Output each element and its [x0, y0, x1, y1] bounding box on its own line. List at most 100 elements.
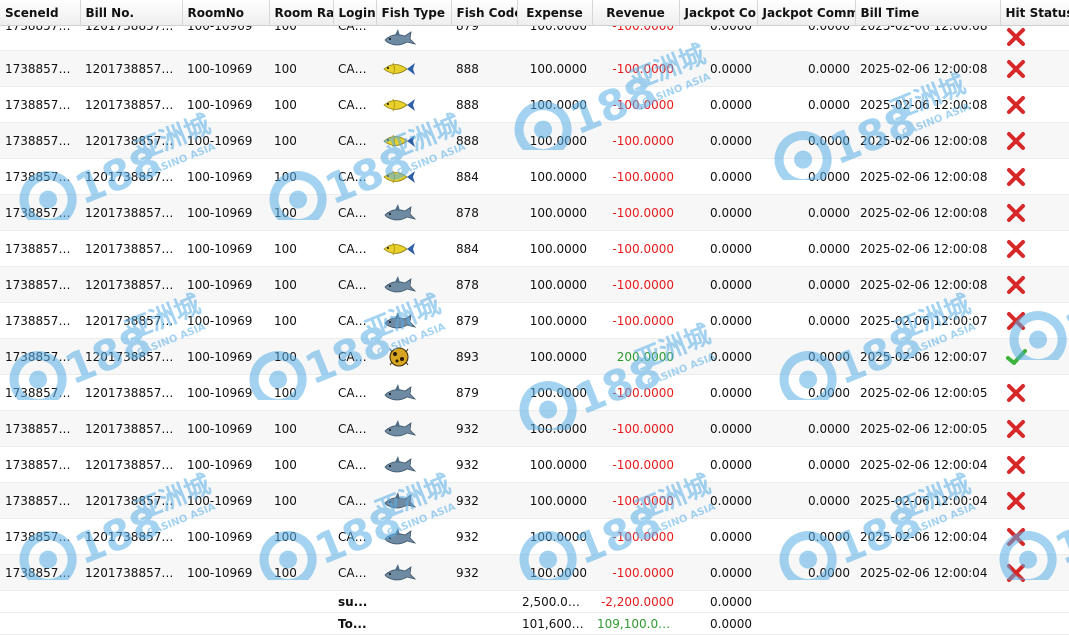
total-jackpot: 0.0000 — [679, 612, 757, 635]
shark-icon — [384, 311, 417, 328]
table-row[interactable]: 17388573... 120173885760... 100-10969 100 CA… — [0, 410, 1069, 447]
bill-time-cell: 2025-02-06 12:00:08 — [855, 122, 1000, 159]
cross-icon — [1007, 491, 1025, 510]
room-rate-cell: 100 — [269, 482, 333, 519]
hit-status-cell — [1000, 410, 1069, 447]
col-jackpot-com[interactable]: Jackpot Com — [679, 0, 758, 26]
room-rate-cell: 100 — [269, 554, 333, 591]
jackpot-com-cell: 0.0000 — [679, 25, 757, 51]
expense-cell: 100.0000 — [517, 338, 592, 375]
fish-code-cell: 932 — [451, 518, 517, 555]
fish-code-cell: 878 — [451, 194, 517, 231]
col-fish-code[interactable]: Fish Code — [451, 0, 518, 26]
hit-status-cell — [1000, 446, 1069, 483]
total-row: To... 101,600.0... 109,100.0000 0.0000 — [0, 612, 1069, 635]
col-bill-no[interactable]: Bill No. — [80, 0, 183, 26]
hit-status-cell — [1000, 338, 1069, 375]
cross-icon — [1007, 563, 1025, 582]
bill-no-cell: 120173885760... — [80, 482, 182, 519]
jackpot-com-cell: 0.0000 — [679, 230, 757, 267]
room-rate-cell: 100 — [269, 158, 333, 195]
revenue-cell: -100.0000 — [592, 266, 679, 303]
scene-id-cell: 17388573... — [0, 338, 80, 375]
revenue-cell: -100.0000 — [592, 482, 679, 519]
table-row[interactable]: 17388573... 120173885760... 100-10969 100 CA… — [0, 86, 1069, 123]
hit-status-cell — [1000, 482, 1069, 519]
table-row[interactable]: 17388573... 120173885760... 100-10969 100 CA… — [0, 122, 1069, 159]
fish-type-cell — [376, 158, 451, 195]
hit-status-cell — [1000, 518, 1069, 555]
jackpot-comm-cell: 0.0000 — [757, 518, 855, 555]
bill-no-cell: 120173885760... — [80, 338, 182, 375]
fish-code-cell: 932 — [451, 446, 517, 483]
table-row[interactable]: 17388573... 120173885760... 100-10969 100 CA… — [0, 482, 1069, 519]
bill-time-cell: 2025-02-06 12:00:08 — [855, 50, 1000, 87]
expense-cell: 100.0000 — [517, 554, 592, 591]
expense-cell: 100.0000 — [517, 374, 592, 411]
jackpot-com-cell: 0.0000 — [679, 554, 757, 591]
expense-cell: 100.0000 — [517, 230, 592, 267]
col-login[interactable]: Login — [333, 0, 377, 26]
col-room-no[interactable]: RoomNo — [182, 0, 270, 26]
table-row[interactable]: 17388573... 120173885760... 100-10969 100 CA… — [0, 50, 1069, 87]
login-cell: CAL... — [333, 86, 376, 123]
table-row[interactable]: 17388573... 120173885760... 100-10969 100 CA… — [0, 446, 1069, 483]
table-row[interactable]: 17388573... 120173885760... 100-10969 100 CA… — [0, 25, 1069, 51]
table-row[interactable]: 17388573... 120173885760... 100-10969 100 CA… — [0, 230, 1069, 267]
cross-icon — [1007, 455, 1025, 474]
scene-id-cell: 17388573... — [0, 518, 80, 555]
col-expense[interactable]: Expense — [517, 0, 593, 26]
check-icon — [1006, 348, 1027, 365]
col-hit-status[interactable]: Hit Status — [1000, 0, 1069, 26]
bill-time-cell: 2025-02-06 12:00:04 — [855, 518, 1000, 555]
scene-id-cell: 17388573... — [0, 158, 80, 195]
jackpot-com-cell: 0.0000 — [679, 122, 757, 159]
login-cell: CAL... — [333, 50, 376, 87]
jackpot-com-cell: 0.0000 — [679, 50, 757, 87]
table-row[interactable]: 17388573... 120173885760... 100-10969 100 CA… — [0, 266, 1069, 303]
cross-icon — [1007, 131, 1025, 150]
jackpot-comm-cell: 0.0000 — [757, 338, 855, 375]
fish-type-cell — [376, 266, 451, 303]
table-row[interactable]: 17388573... 120173885760... 100-10969 100 CA… — [0, 158, 1069, 195]
table-row[interactable]: 17388573... 120173885760... 100-10969 100 CA… — [0, 302, 1069, 339]
table-row[interactable]: 17388573... 120173885760... 100-10969 100 CA… — [0, 338, 1069, 375]
yellow-fish-icon — [383, 98, 415, 111]
login-cell: CAL... — [333, 194, 376, 231]
jackpot-comm-cell: 0.0000 — [757, 158, 855, 195]
col-jackpot-comm[interactable]: Jackpot Comm — [757, 0, 856, 26]
shark-icon — [384, 491, 417, 508]
bill-no-cell: 120173885760... — [80, 122, 182, 159]
bill-no-cell: 120173885760... — [80, 446, 182, 483]
jackpot-com-cell: 0.0000 — [679, 338, 757, 375]
expense-cell: 100.0000 — [517, 518, 592, 555]
fish-type-cell — [376, 25, 451, 51]
room-rate-cell: 100 — [269, 86, 333, 123]
jackpot-comm-cell: 0.0000 — [757, 50, 855, 87]
scene-id-cell: 17388573... — [0, 374, 80, 411]
room-rate-cell: 100 — [269, 446, 333, 483]
fish-type-cell — [376, 410, 451, 447]
table-row[interactable]: 17388573... 120173885760... 100-10969 100 CA… — [0, 554, 1069, 591]
col-fish-type[interactable]: Fish Type — [376, 0, 452, 26]
room-rate-cell: 100 — [269, 122, 333, 159]
fish-type-cell — [376, 446, 451, 483]
bill-no-cell: 120173885760... — [80, 86, 182, 123]
col-revenue[interactable]: Revenue — [592, 0, 680, 26]
revenue-cell: -100.0000 — [592, 554, 679, 591]
table-row[interactable]: 17388573... 120173885760... 100-10969 100 CA… — [0, 518, 1069, 555]
login-cell: CAL... — [333, 518, 376, 555]
bill-no-cell: 120173885760... — [80, 50, 182, 87]
table-row[interactable]: 17388573... 120173885760... 100-10969 100 CA… — [0, 194, 1069, 231]
col-room-rate[interactable]: Room Rat — [269, 0, 334, 26]
room-rate-cell: 100 — [269, 194, 333, 231]
col-scene-id[interactable]: SceneId — [0, 0, 81, 26]
table-row[interactable]: 17388573... 120173885760... 100-10969 100 CA… — [0, 374, 1069, 411]
scene-id-cell: 17388573... — [0, 302, 80, 339]
scene-id-cell: 17388573... — [0, 25, 80, 51]
shark-icon — [384, 527, 417, 544]
col-bill-time[interactable]: Bill Time — [855, 0, 1001, 26]
fish-type-cell — [376, 50, 451, 87]
room-no-cell: 100-10969 — [182, 86, 269, 123]
login-cell: CAL... — [333, 302, 376, 339]
